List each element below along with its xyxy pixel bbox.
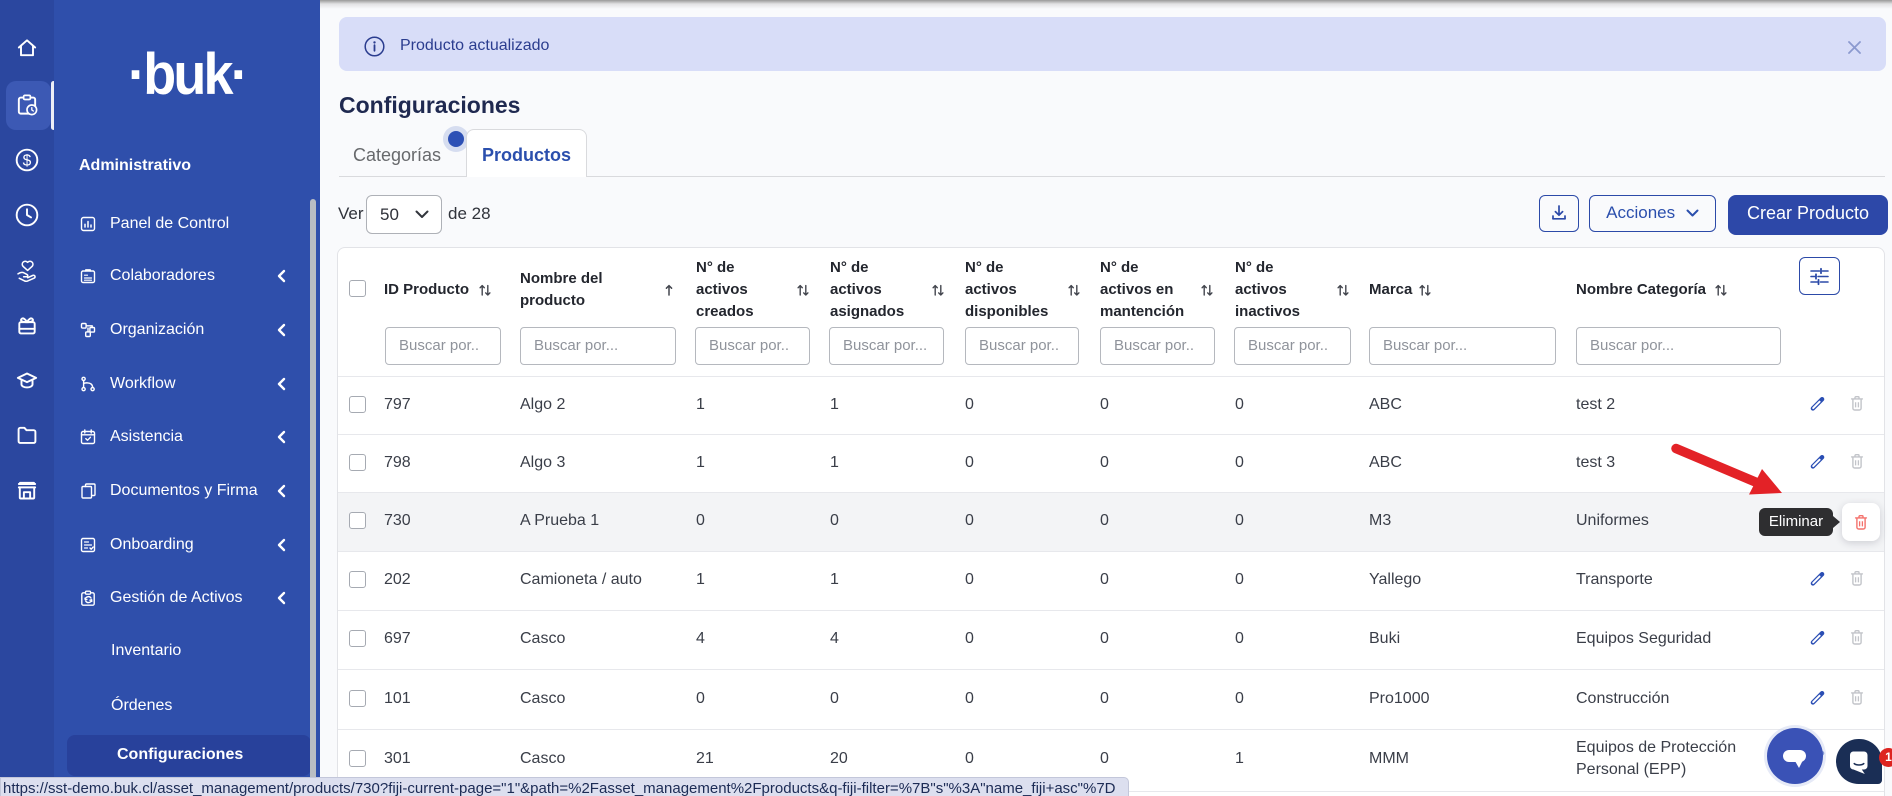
svg-text:$: $ (23, 153, 32, 170)
